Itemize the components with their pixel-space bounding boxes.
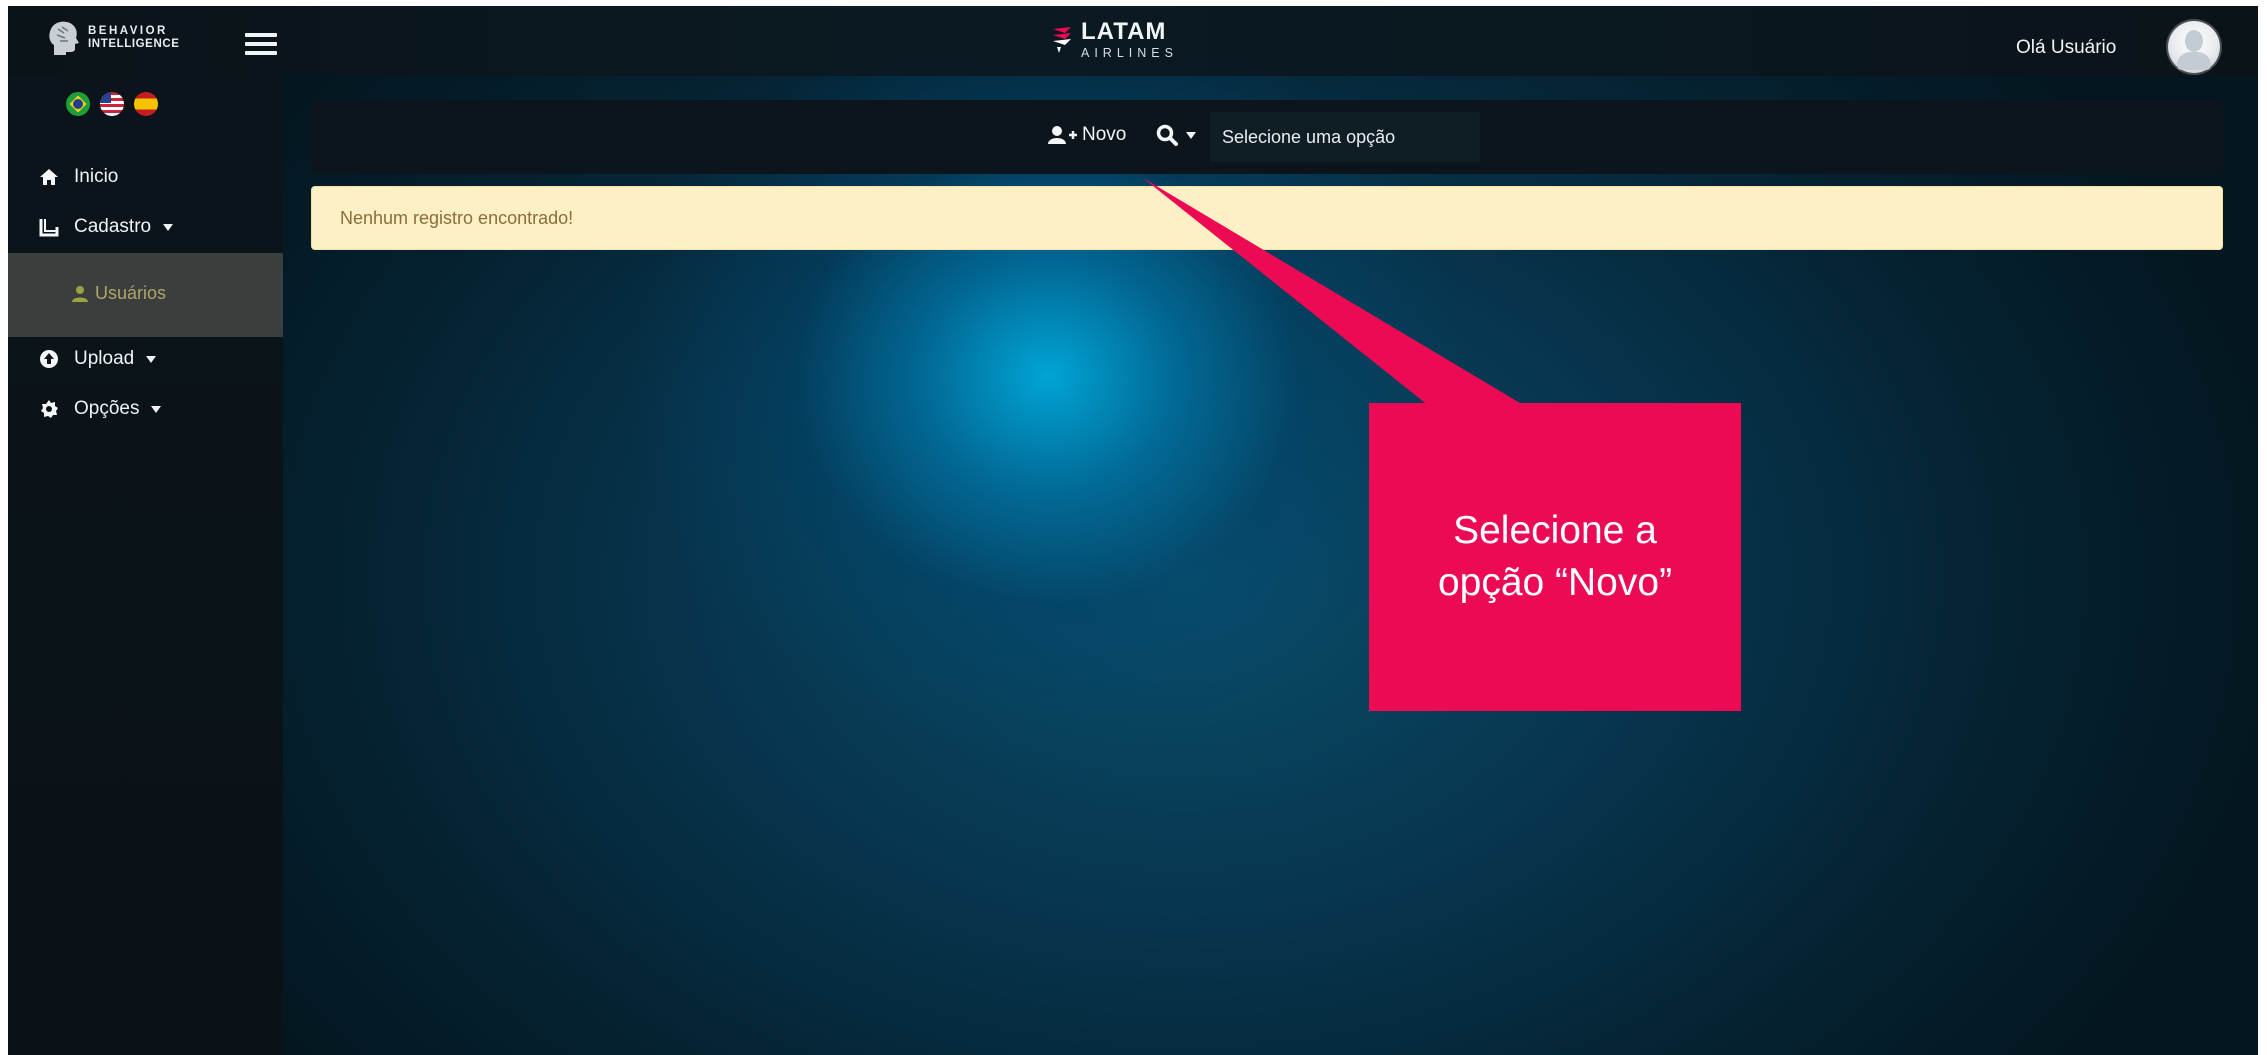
callout-line-2: opção “Novo” [1437,561,1673,604]
chevron-down-icon [1186,131,1196,139]
top-bar: BEHAVIOR INTELLIGENCE LATAM AIRLINES Olá… [8,6,2258,76]
search-icon [1156,124,1178,146]
brand-logo[interactable]: BEHAVIOR INTELLIGENCE [46,18,180,58]
sidebar-item-opcoes[interactable]: Opções [38,398,162,420]
sidebar-item-label: Upload [74,348,135,369]
callout-line-1: Selecione a [1453,509,1657,552]
user-plus-icon [1048,126,1077,144]
new-button[interactable]: Novo [1048,124,1126,146]
sidebar-item-inicio[interactable]: Inicio [38,166,118,188]
sidebar-item-label: Cadastro [74,216,152,237]
brand-text: BEHAVIOR INTELLIGENCE [88,25,180,51]
airline-name: LATAM [1081,18,1167,45]
user-avatar-icon[interactable] [2168,21,2220,73]
user-greeting: Olá Usuário [2016,37,2117,58]
option-select[interactable]: Selecione uma opção [1210,112,1480,162]
chevron-down-icon [146,355,157,363]
flag-usa-icon[interactable] [100,92,124,116]
airline-subtitle: AIRLINES [1081,46,1178,60]
chevron-down-icon [151,405,162,413]
submenu-item-label: Usuários [95,283,167,303]
flag-brazil-icon[interactable] [66,92,90,116]
search-dropdown-button[interactable] [1156,124,1196,146]
sidebar-item-label: Opções [74,398,140,419]
head-profile-icon [49,21,79,55]
upload-icon [38,348,60,370]
flag-spain-icon[interactable] [134,92,158,116]
sidebar-item-cadastro[interactable]: Cadastro [38,216,174,238]
language-selector [66,92,158,116]
sidebar-item-upload[interactable]: Upload [38,348,157,370]
instruction-callout: Selecione a opção “Novo” [1369,403,1741,711]
latam-emblem-icon [1053,27,1071,53]
no-records-alert: Nenhum registro encontrado! [311,186,2223,250]
book-icon [38,216,60,238]
airline-logo: LATAM AIRLINES [1051,20,1178,60]
chevron-down-icon [163,223,174,231]
gear-icon [38,398,60,420]
sidebar-item-label: Inicio [74,166,119,187]
sidebar-item-usuarios[interactable]: Usuários [71,283,166,304]
submenu-cadastro: Usuários [8,253,283,337]
brand-line-1: BEHAVIOR [88,25,168,37]
toolbar: Novo Selecione uma opção [311,100,2223,174]
brand-line-2: INTELLIGENCE [88,38,180,50]
user-icon [72,285,88,302]
hamburger-icon[interactable] [245,33,277,57]
new-button-label: Novo [1082,124,1127,145]
home-icon [38,166,60,188]
sidebar: Inicio Cadastro Usuários Upload Opções [8,76,283,1055]
